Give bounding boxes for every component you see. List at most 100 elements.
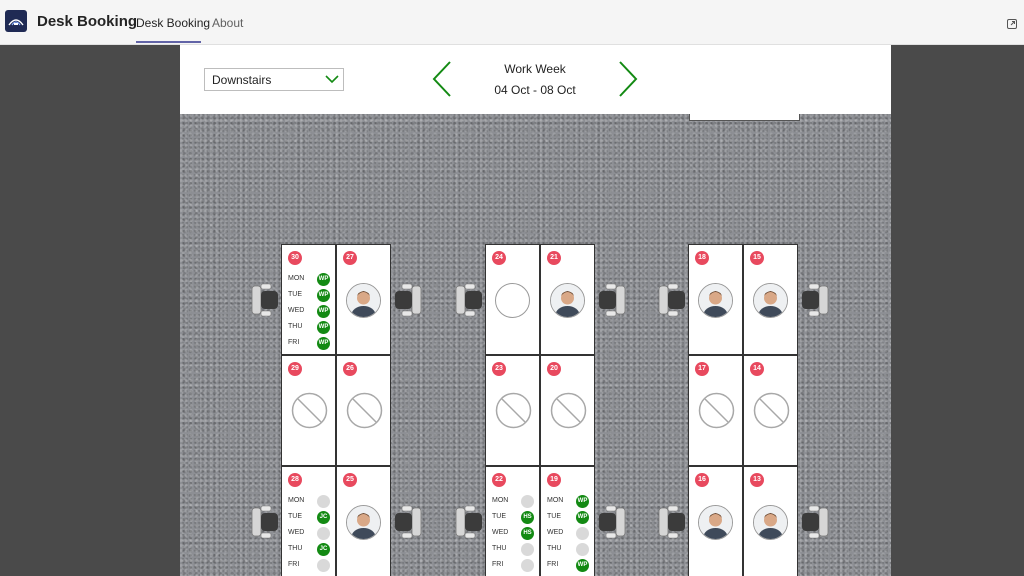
day-label: WED	[547, 529, 564, 536]
booking-initials-badge[interactable]: HS	[521, 511, 534, 524]
day-label: MON	[492, 497, 509, 504]
desk-19[interactable]: 19 MON WP TUE WP WED THU FRI WP	[540, 466, 595, 576]
day-label: FRI	[288, 339, 300, 346]
schedule-day-row: WED	[288, 526, 333, 542]
free-slot-dot[interactable]	[521, 543, 534, 556]
desk-25[interactable]: 25	[336, 466, 391, 576]
booking-initials-badge[interactable]: WP	[317, 273, 330, 286]
weekly-schedule: MON WP TUE WP WED WP THU WP FRI WP	[288, 272, 333, 352]
schedule-day-row: MON	[492, 494, 537, 510]
desk-13[interactable]: 13	[743, 466, 798, 576]
desk-15[interactable]: 15	[743, 244, 798, 355]
desk-16[interactable]: 16	[688, 466, 743, 576]
chair-icon	[800, 504, 830, 545]
chair-icon	[800, 282, 830, 323]
free-slot-dot[interactable]	[317, 495, 330, 508]
day-label: WED	[492, 529, 509, 536]
booking-initials-badge[interactable]: WP	[317, 305, 330, 318]
desk-number-badge: 24	[492, 251, 506, 265]
schedule-day-row: WED HS	[492, 526, 537, 542]
booking-initials-badge[interactable]: WP	[317, 337, 330, 350]
schedule-day-row: TUE WP	[547, 510, 592, 526]
desk-number-badge: 18	[695, 251, 709, 265]
desk-30[interactable]: 30 MON WP TUE WP WED WP THU WP FRI WP	[281, 244, 336, 355]
day-label: FRI	[547, 561, 559, 568]
chair-icon	[454, 504, 484, 545]
desk-24[interactable]: 24	[485, 244, 540, 355]
person-avatar-icon[interactable]	[346, 505, 381, 540]
popout-icon[interactable]	[1007, 16, 1017, 29]
person-avatar-icon[interactable]	[698, 283, 733, 318]
day-label: MON	[547, 497, 564, 504]
next-week-button[interactable]	[618, 61, 638, 102]
free-slot-dot[interactable]	[576, 527, 589, 540]
booking-initials-badge[interactable]: JC	[317, 543, 330, 556]
schedule-day-row: MON WP	[547, 494, 592, 510]
booking-initials-badge[interactable]: WP	[317, 289, 330, 302]
booking-initials-badge[interactable]: WP	[576, 495, 589, 508]
day-label: FRI	[288, 561, 300, 568]
desk-20[interactable]: 20	[540, 355, 595, 466]
booking-initials-badge[interactable]: WP	[576, 511, 589, 524]
desk-14[interactable]: 14	[743, 355, 798, 466]
chair-icon	[657, 504, 687, 545]
booking-initials-badge[interactable]: WP	[317, 321, 330, 334]
free-slot-dot[interactable]	[576, 543, 589, 556]
chair-icon	[454, 282, 484, 323]
desk-number-badge: 27	[343, 251, 357, 265]
week-range: 04 Oct - 08 Oct	[494, 83, 576, 97]
not-available-icon	[346, 392, 383, 434]
schedule-day-row: THU	[492, 542, 537, 558]
desk-28[interactable]: 28 MON TUE JC WED THU JC FRI	[281, 466, 336, 576]
person-avatar-icon[interactable]	[698, 505, 733, 540]
desk-27[interactable]: 27	[336, 244, 391, 355]
free-slot-dot[interactable]	[317, 559, 330, 572]
desk-17[interactable]: 17	[688, 355, 743, 466]
desk-26[interactable]: 26	[336, 355, 391, 466]
desk-number-badge: 29	[288, 362, 302, 376]
empty-seat-icon[interactable]	[495, 283, 530, 318]
chair-icon	[393, 282, 423, 323]
schedule-day-row: MON	[288, 494, 333, 510]
person-avatar-icon[interactable]	[753, 505, 788, 540]
schedule-day-row: TUE JC	[288, 510, 333, 526]
desk-29[interactable]: 29	[281, 355, 336, 466]
day-label: WED	[288, 307, 305, 314]
desk-22[interactable]: 22 MON TUE HS WED HS THU FRI	[485, 466, 540, 576]
booking-initials-badge[interactable]: HS	[521, 527, 534, 540]
schedule-day-row: FRI WP	[547, 558, 592, 574]
desk-21[interactable]: 21	[540, 244, 595, 355]
desk-number-badge: 20	[547, 362, 561, 376]
person-avatar-icon[interactable]	[753, 283, 788, 318]
booking-initials-badge[interactable]: WP	[576, 559, 589, 572]
schedule-day-row: THU	[547, 542, 592, 558]
booking-controls: Downstairs Work Week 04 Oct - 08 Oct	[180, 45, 891, 115]
desk-18[interactable]: 18	[688, 244, 743, 355]
person-avatar-icon[interactable]	[550, 283, 585, 318]
desk-23[interactable]: 23	[485, 355, 540, 466]
tab-desk-booking[interactable]: Desk Booking	[136, 16, 210, 30]
desk-booking-logo-icon[interactable]	[5, 10, 27, 32]
week-label: Work Week	[504, 62, 566, 76]
booking-initials-badge[interactable]: JC	[317, 511, 330, 524]
chair-icon	[250, 282, 280, 323]
chair-icon	[597, 504, 627, 545]
schedule-day-row: FRI	[288, 558, 333, 574]
floor-dropdown[interactable]: Downstairs	[204, 68, 344, 91]
active-tab-indicator	[136, 41, 201, 43]
free-slot-dot[interactable]	[521, 495, 534, 508]
left-margin	[0, 45, 180, 576]
weekly-schedule: MON WP TUE WP WED THU FRI WP	[547, 494, 592, 574]
free-slot-dot[interactable]	[317, 527, 330, 540]
tab-about[interactable]: About	[212, 16, 243, 30]
desk-number-badge: 22	[492, 473, 506, 487]
right-margin	[891, 45, 1024, 576]
desk-number-badge: 16	[695, 473, 709, 487]
previous-week-button[interactable]	[432, 61, 452, 102]
free-slot-dot[interactable]	[521, 559, 534, 572]
person-avatar-icon[interactable]	[346, 283, 381, 318]
chair-icon	[597, 282, 627, 323]
desk-number-badge: 26	[343, 362, 357, 376]
day-label: THU	[547, 545, 562, 552]
day-label: WED	[288, 529, 305, 536]
